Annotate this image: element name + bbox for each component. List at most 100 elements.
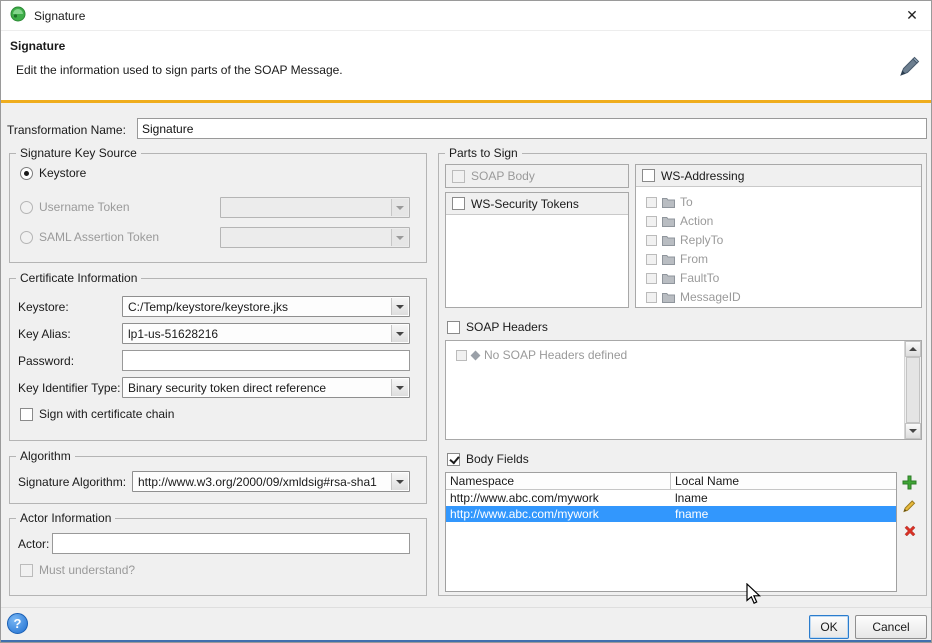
chevron-down-icon — [391, 229, 408, 246]
keystore-combo[interactable]: C:/Temp/keystore/keystore.jks — [122, 296, 410, 317]
username-token-combo — [220, 197, 410, 218]
soap-body-checkbox — [452, 170, 465, 183]
body-fields-table: Namespace Local Name http://www.abc.com/… — [445, 472, 897, 592]
ws-security-tokens-checkbox[interactable] — [452, 197, 465, 210]
saml-token-radio[interactable] — [20, 231, 33, 244]
ws-security-tokens-label: WS-Security Tokens — [471, 197, 579, 211]
soap-body-label: SOAP Body — [471, 169, 535, 183]
scroll-thumb[interactable] — [906, 357, 920, 423]
list-item: ReplyTo — [646, 233, 723, 247]
username-token-radio[interactable] — [20, 201, 33, 214]
group-title: Parts to Sign — [445, 146, 522, 160]
must-understand-checkbox — [20, 564, 33, 577]
table-row[interactable]: http://www.abc.com/mywork lname — [446, 490, 896, 506]
signature-algorithm-combo[interactable]: http://www.w3.org/2000/09/xmldsig#rsa-sh… — [132, 471, 410, 492]
sign-with-chain-checkbox[interactable] — [20, 408, 33, 421]
page-description: Edit the information used to sign parts … — [16, 63, 343, 77]
ws-addressing-panel: WS-Addressing To Action ReplyTo From — [635, 164, 922, 308]
saml-token-combo — [220, 227, 410, 248]
parts-to-sign-group: Parts to Sign SOAP Body WS-Security Toke… — [438, 153, 927, 596]
password-label: Password: — [18, 354, 74, 368]
list-item: MessageID — [646, 290, 741, 304]
table-row-selected[interactable]: http://www.abc.com/mywork fname — [446, 506, 896, 522]
algorithm-group: Algorithm Signature Algorithm: http://ww… — [9, 456, 427, 504]
help-button[interactable]: ? — [7, 613, 28, 634]
body-fields-checkbox[interactable] — [447, 453, 460, 466]
chevron-down-icon[interactable] — [391, 325, 408, 342]
ws-item-label: From — [680, 252, 708, 266]
ws-from-checkbox — [646, 254, 657, 265]
add-row-button[interactable] — [901, 474, 918, 491]
cell-namespace: http://www.abc.com/mywork — [446, 490, 671, 506]
folder-icon — [662, 292, 675, 303]
delete-x-icon — [903, 524, 917, 538]
list-item: To — [646, 195, 693, 209]
signature-pen-icon — [897, 55, 921, 82]
window-title: Signature — [34, 9, 85, 23]
cell-namespace: http://www.abc.com/mywork — [446, 506, 671, 522]
list-item: No SOAP Headers defined — [456, 348, 627, 362]
soap-headers-panel: No SOAP Headers defined — [445, 340, 922, 440]
key-identifier-type-combo[interactable]: Binary security token direct reference — [122, 377, 410, 398]
ws-item-label: MessageID — [680, 290, 741, 304]
sign-with-chain-label: Sign with certificate chain — [39, 407, 174, 421]
soap-headers-label: SOAP Headers — [466, 320, 548, 334]
key-identifier-type-label: Key Identifier Type: — [18, 381, 121, 395]
body-fields-label: Body Fields — [466, 452, 529, 466]
must-understand-label: Must understand? — [39, 563, 135, 577]
titlebar: Signature ✕ — [1, 1, 931, 31]
list-item: Action — [646, 214, 713, 228]
ok-button[interactable]: OK — [809, 615, 849, 639]
signature-dialog: Signature ✕ Signature Edit the informati… — [0, 0, 932, 643]
chevron-down-icon[interactable] — [391, 298, 408, 315]
key-alias-label: Key Alias: — [18, 327, 71, 341]
actor-input[interactable] — [52, 533, 410, 554]
close-icon[interactable]: ✕ — [893, 1, 931, 31]
ws-security-tokens-panel: WS-Security Tokens — [445, 192, 629, 308]
cell-local-name: lname — [671, 490, 896, 506]
transformation-name-input[interactable] — [137, 118, 927, 139]
keystore-radio-label: Keystore — [39, 166, 86, 180]
cancel-button[interactable]: Cancel — [855, 615, 927, 639]
window-bottom-edge — [1, 640, 931, 642]
no-soap-headers-checkbox — [456, 350, 467, 361]
column-header-namespace[interactable]: Namespace — [446, 473, 671, 489]
actor-label: Actor: — [18, 537, 49, 551]
ws-messageid-checkbox — [646, 292, 657, 303]
folder-icon — [662, 273, 675, 284]
edit-pencil-icon — [902, 498, 917, 513]
signature-key-source-group: Signature Key Source Keystore Username T… — [9, 153, 427, 263]
scroll-up-icon[interactable] — [905, 341, 921, 357]
table-header-row: Namespace Local Name — [446, 473, 896, 490]
ws-addressing-label: WS-Addressing — [661, 169, 744, 183]
ws-faultto-checkbox — [646, 273, 657, 284]
folder-icon — [662, 216, 675, 227]
mouse-cursor — [745, 583, 763, 610]
ws-action-checkbox — [646, 216, 657, 227]
ws-addressing-checkbox[interactable] — [642, 169, 655, 182]
ws-item-label: ReplyTo — [680, 233, 723, 247]
app-icon — [10, 6, 26, 25]
scroll-down-icon[interactable] — [905, 423, 921, 439]
ws-item-label: FaultTo — [680, 271, 719, 285]
column-header-local-name[interactable]: Local Name — [671, 473, 896, 489]
keystore-radio[interactable] — [20, 167, 33, 180]
cell-local-name: fname — [671, 506, 896, 522]
certificate-information-group: Certificate Information Keystore: C:/Tem… — [9, 278, 427, 441]
list-item: FaultTo — [646, 271, 719, 285]
chevron-down-icon[interactable] — [391, 473, 408, 490]
key-alias-combo[interactable]: lp1-us-51628216 — [122, 323, 410, 344]
vertical-scrollbar[interactable] — [904, 341, 921, 439]
chevron-down-icon[interactable] — [391, 379, 408, 396]
list-item: From — [646, 252, 708, 266]
edit-row-button[interactable] — [901, 497, 918, 514]
page-title: Signature — [10, 39, 65, 53]
password-input[interactable] — [122, 350, 410, 371]
delete-row-button[interactable] — [901, 522, 918, 539]
group-title: Signature Key Source — [16, 146, 141, 160]
soap-headers-checkbox[interactable] — [447, 321, 460, 334]
folder-icon — [662, 254, 675, 265]
ws-to-checkbox — [646, 197, 657, 208]
diamond-icon — [471, 350, 481, 360]
footer-divider — [1, 607, 931, 608]
